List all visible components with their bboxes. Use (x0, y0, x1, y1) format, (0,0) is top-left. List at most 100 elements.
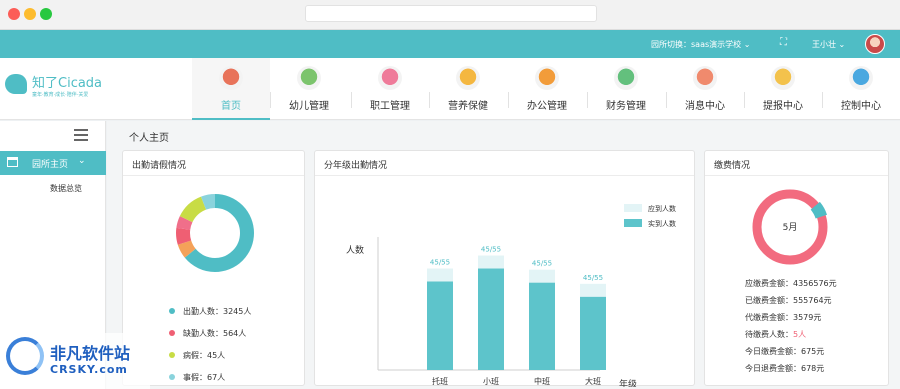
report-icon (771, 66, 795, 90)
watermark-en: CRSKY.com (50, 363, 128, 376)
fee-label: 今日缴费金额： (745, 347, 801, 356)
bar-expected (427, 268, 453, 282)
nav-tab-label: 首页 (221, 101, 241, 112)
finance-icon (614, 66, 638, 90)
main-content: 个人主页 出勤请假情况 出勤人数：3245人 缺勤人数：564人 病假：45人 事假：… (107, 121, 900, 389)
menu-toggle-icon[interactable] (74, 129, 88, 144)
nav-tab-8[interactable]: 控制中心 (822, 58, 900, 120)
child-icon (297, 66, 321, 90)
bar-actual (478, 268, 504, 370)
legend-item: 缺勤人数：564人 (169, 328, 246, 339)
nav-tab-5[interactable]: 财务管理 (587, 58, 665, 120)
fee-value: 5人 (793, 330, 807, 339)
window-titlebar (0, 0, 900, 30)
brand-name: 知了Cicada (32, 76, 103, 91)
attendance-donut-chart (176, 194, 254, 272)
legend-label: 实到人数 (648, 219, 676, 228)
x-tick-label: 中班 (534, 376, 550, 386)
sidebar-item-data-overview[interactable]: 数据总览 (50, 183, 82, 194)
user-name: 王小壮 (812, 40, 836, 49)
grade-attendance-card: 分年级出勤情况 人数 年级 应到人数 实到人数 45/55 托班 45/55 小班 45/55 中… (314, 150, 695, 387)
watermark: 非凡软件站 CRSKY.com (0, 333, 150, 389)
bar-data-label: 45/55 (481, 246, 501, 254)
legend-swatch (624, 204, 642, 212)
legend-item: 出勤人数：3245人 (169, 306, 251, 317)
nav-tab-label: 控制中心 (841, 101, 881, 112)
avatar[interactable] (865, 34, 885, 54)
nav-tab-3[interactable]: 营养保健 (429, 58, 507, 120)
health-icon (456, 66, 480, 90)
nav-tab-label: 职工管理 (370, 101, 410, 112)
legend-dot-icon (169, 330, 175, 336)
nav-tab-7[interactable]: 提报中心 (744, 58, 822, 120)
nav-tab-label: 财务管理 (606, 101, 646, 112)
fee-value: 4356576元 (793, 279, 837, 288)
chevron-down-icon: ⌄ (743, 40, 751, 49)
watermark-cn: 非凡软件站 (50, 344, 131, 363)
fullscreen-icon[interactable]: ⛶ (780, 37, 787, 48)
fee-label: 已缴费金额： (745, 296, 793, 305)
nav-tab-label: 消息中心 (685, 101, 725, 112)
main-nav: 知了Cicada 童年·教育·成长·陪伴·关爱 首页 幼儿管理 职工管理 营养保健 办公… (0, 58, 900, 120)
crsky-logo-icon (6, 337, 44, 375)
legend-label: 缺勤人数：564人 (183, 329, 247, 338)
x-tick-label: 大班 (585, 376, 601, 386)
home-icon (7, 157, 18, 167)
school-switch-dropdown[interactable]: 园所切换：saas演示学校 ⌄ (651, 39, 750, 50)
bar-actual (427, 281, 453, 370)
y-axis-label: 人数 (346, 244, 364, 256)
legend-label: 事假：67人 (183, 373, 226, 382)
fee-label: 应缴费金额： (745, 279, 793, 288)
fees-card: 缴费情况 5月 应缴费金额：4356576元 已缴费金额：555764元 代缴费金额… (704, 150, 889, 386)
minimize-window-button[interactable] (24, 8, 36, 20)
message-icon (693, 66, 717, 90)
bar-data-label: 45/55 (583, 274, 603, 282)
staff-icon (378, 66, 402, 90)
legend-label: 出勤人数：3245人 (183, 307, 252, 316)
nav-tab-label: 营养保健 (448, 101, 488, 112)
address-bar[interactable] (305, 5, 597, 22)
sidebar-item-home[interactable]: 园所主页 ⌄ (0, 151, 106, 175)
top-bar: 园所切换：saas演示学校 ⌄ ⛶ 王小壮 ⌄ (0, 30, 900, 58)
x-axis-label: 年级 (619, 378, 637, 387)
bar-expected (580, 283, 606, 297)
chevron-down-icon: ⌄ (838, 40, 846, 49)
x-tick-label: 托班 (432, 376, 448, 386)
brand-logo[interactable]: 知了Cicada 童年·教育·成长·陪伴·关爱 (5, 72, 103, 102)
fee-value: 678元 (801, 364, 825, 373)
nav-tab-0[interactable]: 首页 (192, 58, 270, 120)
fees-donut-chart: 5月 (751, 188, 829, 266)
card-title: 出勤请假情况 (132, 161, 187, 171)
ring-center-label: 5月 (783, 222, 798, 233)
control-icon (849, 66, 873, 90)
nav-tab-label: 提报中心 (763, 101, 803, 112)
nav-tab-2[interactable]: 职工管理 (351, 58, 429, 120)
nav-tab-6[interactable]: 消息中心 (666, 58, 744, 120)
home-icon (219, 66, 243, 90)
chevron-down-icon: ⌄ (78, 156, 86, 166)
maximize-window-button[interactable] (40, 8, 52, 20)
card-title: 分年级出勤情况 (324, 161, 388, 171)
fee-label: 待缴费人数： (745, 330, 793, 339)
fee-row: 待缴费人数：5人 (745, 329, 806, 340)
fee-row: 已缴费金额：555764元 (745, 295, 832, 306)
bar-actual (580, 296, 606, 370)
school-switch-label: 园所切换：saas演示学校 (651, 40, 742, 49)
nav-tab-1[interactable]: 幼儿管理 (270, 58, 348, 120)
fee-value: 675元 (801, 347, 825, 356)
nav-tab-label: 办公管理 (527, 101, 567, 112)
card-title: 缴费情况 (714, 161, 751, 171)
bar-data-label: 45/55 (430, 259, 450, 267)
brand-tagline: 童年·教育·成长·陪伴·关爱 (32, 92, 89, 98)
legend-dot-icon (169, 374, 175, 380)
bar-data-label: 45/55 (532, 260, 552, 268)
nav-tab-label: 幼儿管理 (289, 101, 329, 112)
legend-dot-icon (169, 352, 175, 358)
legend-dot-icon (169, 308, 175, 314)
user-menu[interactable]: 王小壮 ⌄ (812, 39, 845, 50)
fee-row: 今日退费金额：678元 (745, 363, 824, 374)
close-window-button[interactable] (8, 8, 20, 20)
nav-tab-4[interactable]: 办公管理 (508, 58, 586, 120)
legend-item: 病假：45人 (169, 350, 225, 361)
bar-actual (529, 282, 555, 370)
